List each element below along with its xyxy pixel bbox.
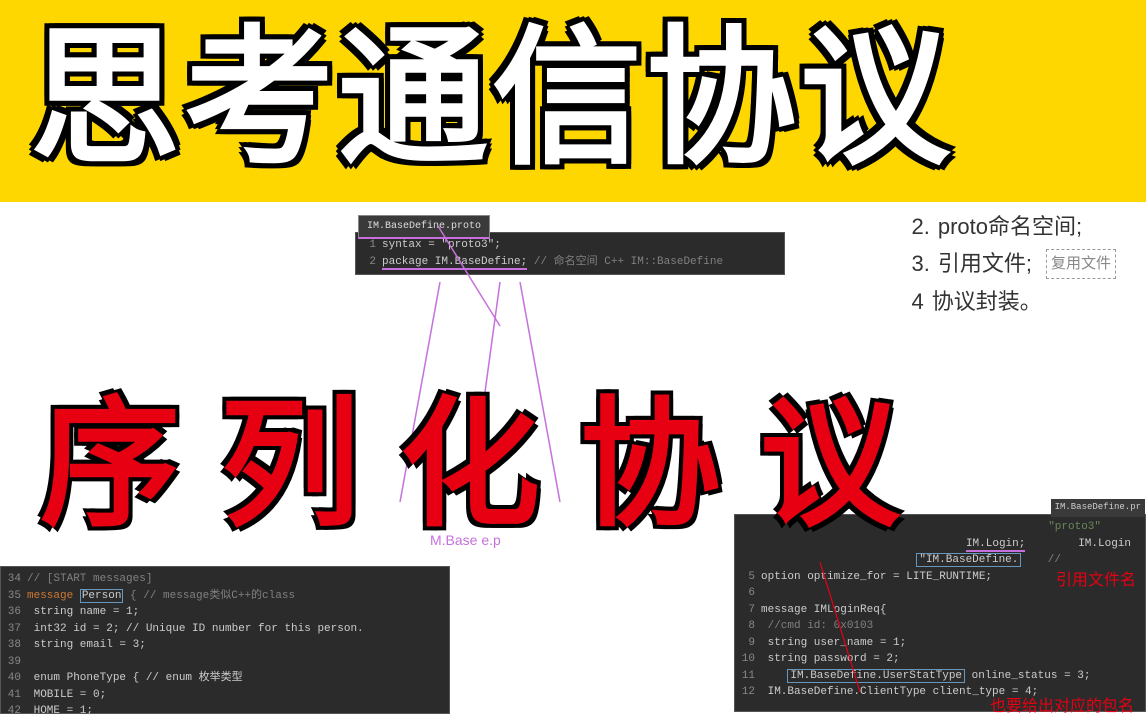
note-text: proto命名空间; bbox=[938, 208, 1082, 245]
code-body: 34// [START messages] 35message Person {… bbox=[1, 567, 449, 724]
note-tag: 复用文件 bbox=[1046, 249, 1116, 279]
note-num: 2. bbox=[912, 208, 930, 245]
header-band: 思考通信协议 bbox=[0, 0, 1146, 202]
note-text: 引用文件; bbox=[938, 245, 1032, 282]
annotation-filename: 引用文件名 bbox=[1056, 566, 1136, 590]
annotation-package: 也要给出对应的包名 bbox=[990, 692, 1140, 716]
code-window-left: 34// [START messages] 35message Person {… bbox=[0, 566, 450, 714]
note-num: 4 bbox=[912, 283, 924, 320]
note-item-3: 3. 引用文件; 复用文件 bbox=[912, 245, 1117, 282]
note-item-4: 4 协议封装。 bbox=[912, 283, 1117, 320]
code-body: 1syntax = "proto3"; 2package IM.BaseDefi… bbox=[356, 233, 784, 274]
header-title: 思考通信协议 bbox=[30, 16, 1116, 181]
note-item-2: 2. proto命名空间; bbox=[912, 208, 1117, 245]
content-area: 2. proto命名空间; 3. 引用文件; 复用文件 4 协议封装。 IM.B… bbox=[0, 202, 1146, 716]
note-text: 协议封装。 bbox=[932, 283, 1042, 320]
notes-list: 2. proto命名空间; 3. 引用文件; 复用文件 4 协议封装。 bbox=[912, 208, 1117, 320]
note-num: 3. bbox=[912, 245, 930, 282]
subtitle: 序列化协议 bbox=[40, 352, 1106, 554]
code-tab-top: IM.BaseDefine.proto bbox=[358, 215, 490, 239]
code-window-top: IM.BaseDefine.proto 1syntax = "proto3"; … bbox=[355, 232, 785, 275]
